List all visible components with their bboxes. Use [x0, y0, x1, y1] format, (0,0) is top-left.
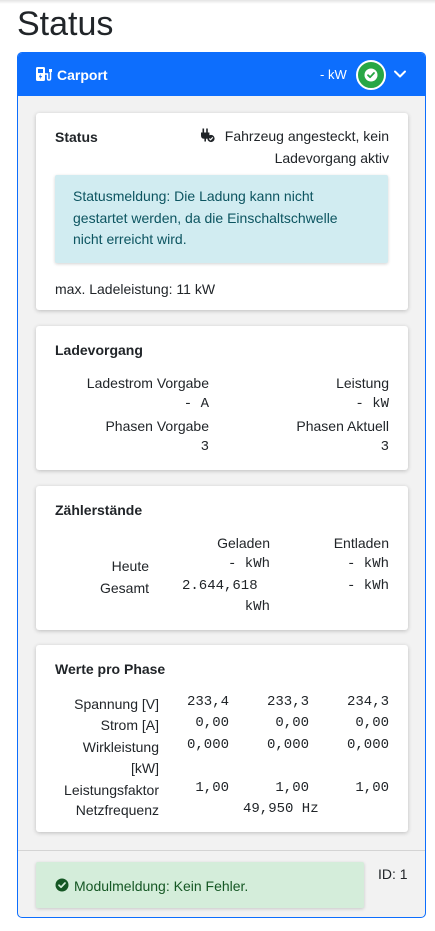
check-circle-icon [364, 68, 378, 82]
current-l3: 0,00 [355, 715, 389, 731]
active-power-label-line1: Wirkleistung [82, 739, 159, 755]
phase-values-heading: Werte pro Phase [55, 661, 166, 677]
phases-setpoint-label: Phasen Vorgabe [105, 418, 209, 434]
status-panel: Status Fahrzeug angesteckt, kein Ladevor… [36, 113, 408, 310]
status-heading: Status [55, 129, 98, 145]
voltage-l1: 233,4 [186, 694, 229, 710]
frequency-label: Netzfrequenz [75, 802, 159, 818]
module-message-text: Modulmeldung: Kein Fehler. [74, 878, 249, 894]
current-setpoint-value: - A [183, 396, 209, 412]
total-charged-line2: kWh [244, 599, 270, 615]
today-discharged: - kWh [346, 556, 389, 572]
today-charged: - kWh [227, 556, 270, 572]
charging-panel: Ladevorgang Ladestrom Vorgabe - A Leistu… [36, 326, 408, 470]
power-factor-l1: 1,00 [195, 780, 229, 796]
active-power-l1: 0,000 [186, 737, 229, 753]
current-setpoint-label: Ladestrom Vorgabe [86, 375, 209, 391]
total-label: Gesamt [99, 580, 149, 596]
active-power-label-line2: [kW] [131, 760, 159, 776]
module-message-alert: Modulmeldung: Kein Fehler. [36, 862, 364, 908]
current-l2: 0,00 [275, 715, 309, 731]
current-label: Strom [A] [100, 717, 159, 733]
card-footer-divider [18, 850, 425, 851]
header-power: - kW [320, 67, 347, 82]
charging-station-icon [36, 67, 52, 81]
plug-state-line2: Ladevorgang aktiv [274, 150, 389, 166]
voltage-l3: 234,3 [346, 694, 389, 710]
voltage-l2: 233,3 [266, 694, 309, 710]
charge-point-id: ID: 1 [378, 866, 408, 882]
status-message-line1: Statusmeldung: Die Ladung kann nicht [73, 188, 314, 204]
counters-heading: Zählerstände [55, 502, 143, 518]
power-value: - kW [355, 396, 389, 412]
status-message-line2: gestartet werden, da die Einschaltschwel… [73, 209, 338, 226]
active-power-l2: 0,000 [266, 737, 309, 753]
max-charging-power: max. Ladeleistung: 11 kW [55, 281, 216, 297]
status-message-line3: nicht erreicht wird. [73, 231, 187, 247]
charge-point-card: Carport - kW Status Fahrzeug angesteckt,… [17, 52, 426, 918]
phases-setpoint-value: 3 [200, 439, 209, 455]
charge-point-name: Carport [57, 67, 108, 83]
counters-panel: Zählerstände Geladen Entladen Heute - kW… [36, 486, 408, 630]
check-circle-icon [55, 878, 69, 892]
active-power-l3: 0,000 [346, 737, 389, 753]
phases-actual-value: 3 [380, 439, 389, 455]
charging-heading: Ladevorgang [55, 342, 143, 358]
power-factor-label: Leistungsfaktor [64, 782, 159, 798]
power-factor-l3: 1,00 [355, 780, 389, 796]
chevron-down-icon[interactable] [393, 67, 407, 81]
card-header[interactable]: Carport - kW [18, 53, 425, 96]
current-l1: 0,00 [195, 715, 229, 731]
frequency-value: 49,950 Hz [243, 801, 319, 817]
voltage-label: Spannung [V] [74, 696, 159, 712]
total-charged-line1: 2.644,618 [182, 578, 258, 594]
charged-column-header: Geladen [217, 535, 270, 551]
power-label: Leistung [336, 375, 389, 391]
phases-actual-label: Phasen Aktuell [296, 418, 389, 434]
phase-values-panel: Werte pro Phase Spannung [V] 233,4 233,3… [36, 645, 408, 832]
discharged-column-header: Entladen [333, 535, 389, 551]
plug-check-icon [201, 128, 215, 143]
today-label: Heute [111, 558, 149, 574]
power-factor-l2: 1,00 [275, 780, 309, 796]
status-badge [356, 60, 386, 90]
plug-state-line1: Fahrzeug angesteckt, kein [224, 128, 389, 144]
status-message-alert: Statusmeldung: Die Ladung kann nicht ges… [55, 175, 388, 263]
total-discharged: - kWh [346, 578, 389, 594]
page-title: Status [17, 5, 114, 43]
